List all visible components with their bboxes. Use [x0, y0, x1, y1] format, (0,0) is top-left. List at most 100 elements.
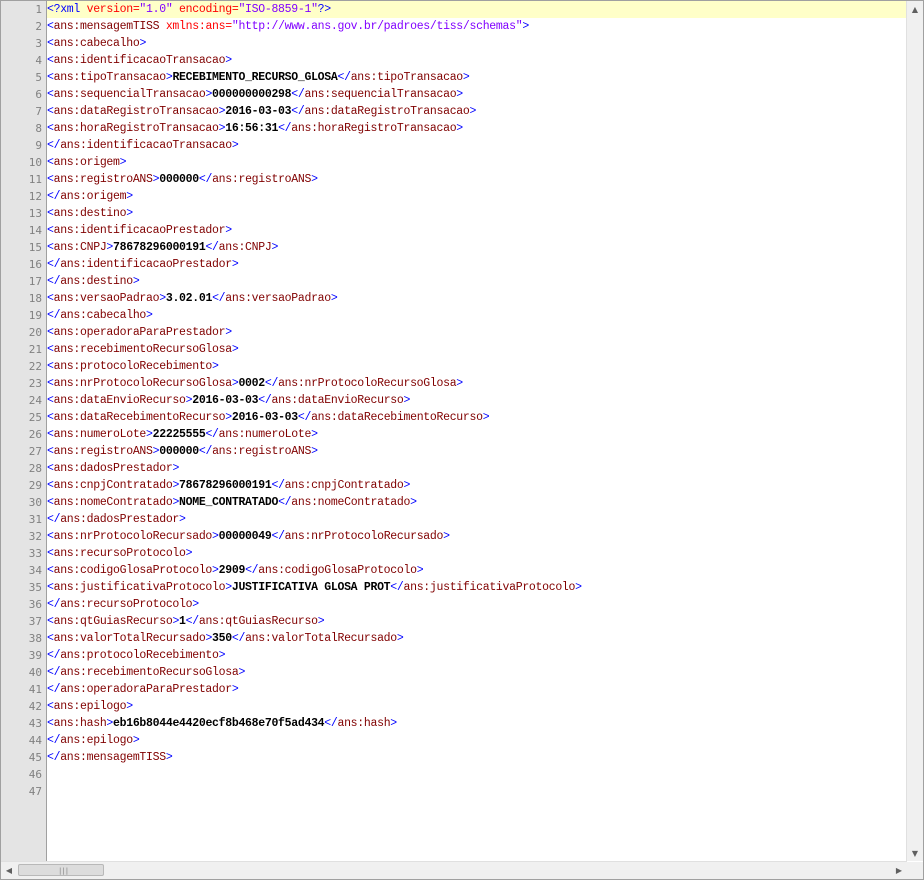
code-line-43[interactable]: <ans:hash>eb16b8044e4420ecf8b468e70f5ad4…: [47, 715, 397, 732]
code-line-4[interactable]: <ans:identificacaoTransacao>: [47, 52, 232, 69]
tag-bracket: </: [278, 496, 292, 509]
code-line-41[interactable]: </ans:operadoraParaPrestador>: [47, 681, 239, 698]
line-number: 39: [28, 649, 42, 662]
line-number: 8: [35, 122, 42, 135]
tag-bracket: <: [47, 428, 54, 441]
code-area[interactable]: <?xml version="1.0" encoding="ISO-8859-1…: [47, 1, 907, 861]
code-line-38[interactable]: <ans:valorTotalRecursado>350</ans:valorT…: [47, 630, 404, 647]
code-line-1[interactable]: <?xml version="1.0" encoding="ISO-8859-1…: [47, 1, 907, 18]
scroll-left-arrow-icon[interactable]: ◀: [1, 862, 17, 878]
horizontal-scrollbar[interactable]: ◀ ||| ▶: [1, 861, 907, 879]
line-number: 25: [28, 411, 42, 424]
xml-declaration-open: <?xml: [47, 3, 87, 16]
code-line-45[interactable]: </ans:mensagemTISS>: [47, 749, 173, 766]
code-line-32[interactable]: <ans:nrProtocoloRecursado>00000049</ans:…: [47, 528, 450, 545]
code-line-3[interactable]: <ans:cabecalho>: [47, 35, 146, 52]
code-line-26[interactable]: <ans:numeroLote>22225555</ans:numeroLote…: [47, 426, 318, 443]
tag-bracket: <: [47, 105, 54, 118]
tag-bracket: <: [47, 632, 54, 645]
close-tag-name: ans:origem: [60, 190, 127, 203]
tag-bracket: >: [159, 292, 166, 305]
scroll-down-arrow-icon[interactable]: ▼: [907, 845, 923, 861]
tag-bracket: >: [311, 173, 318, 186]
code-line-15[interactable]: <ans:CNPJ>78678296000191</ans:CNPJ>: [47, 239, 278, 256]
scroll-up-arrow-icon[interactable]: ▲: [907, 1, 923, 17]
code-line-36[interactable]: </ans:recursoProtocolo>: [47, 596, 199, 613]
tag-bracket: >: [172, 462, 180, 475]
line-number: 32: [28, 530, 42, 543]
code-line-13[interactable]: <ans:destino>: [47, 205, 133, 222]
code-line-11[interactable]: <ans:registroANS>000000</ans:registroANS…: [47, 171, 318, 188]
code-line-20[interactable]: <ans:operadoraParaPrestador>: [47, 324, 232, 341]
code-line-44[interactable]: </ans:epilogo>: [47, 732, 140, 749]
close-tag-name: ans:codigoGlosaProtocolo: [258, 564, 417, 577]
open-tag-name: ans:qtGuiasRecurso: [53, 615, 173, 628]
code-line-5[interactable]: <ans:tipoTransacao>RECEBIMENTO_RECURSO_G…: [47, 69, 470, 86]
tag-bracket: </: [47, 598, 61, 611]
code-line-24[interactable]: <ans:dataEnvioRecurso>2016-03-03</ans:da…: [47, 392, 410, 409]
tag-bracket: </: [278, 122, 292, 135]
open-tag-name: ans:dadosPrestador: [53, 462, 173, 475]
code-line-2[interactable]: <ans:mensagemTISS xmlns:ans="http://www.…: [47, 18, 529, 35]
tag-bracket: <: [47, 547, 54, 560]
tag-bracket: </: [47, 683, 61, 696]
code-line-22[interactable]: <ans:protocoloRecebimento>: [47, 358, 219, 375]
tag-bracket: <: [47, 479, 54, 492]
code-line-28[interactable]: <ans:dadosPrestador>: [47, 460, 179, 477]
code-line-7[interactable]: <ans:dataRegistroTransacao>2016-03-03</a…: [47, 103, 476, 120]
code-line-33[interactable]: <ans:recursoProtocolo>: [47, 545, 193, 562]
root-tag-name: ans:mensagemTISS: [53, 20, 160, 33]
code-line-17[interactable]: </ans:destino>: [47, 273, 140, 290]
tag-bracket: >: [231, 343, 239, 356]
xml-encoding-value: "ISO-8859-1": [238, 3, 318, 16]
line-number: 30: [28, 496, 42, 509]
close-tag-name: ans:CNPJ: [218, 241, 272, 254]
code-line-18[interactable]: <ans:versaoPadrao>3.02.01</ans:versaoPad…: [47, 290, 338, 307]
code-line-14[interactable]: <ans:identificacaoPrestador>: [47, 222, 232, 239]
code-line-12[interactable]: </ans:origem>: [47, 188, 133, 205]
element-text-value: 0002: [238, 377, 265, 390]
code-line-8[interactable]: <ans:horaRegistroTransacao>16:56:31</ans…: [47, 120, 463, 137]
code-line-40[interactable]: </ans:recebimentoRecursoGlosa>: [47, 664, 245, 681]
code-line-39[interactable]: </ans:protocoloRecebimento>: [47, 647, 226, 664]
open-tag-name: ans:sequencialTransacao: [53, 88, 206, 101]
vertical-scrollbar[interactable]: ▲ ▼: [906, 1, 923, 861]
close-tag-name: ans:dadosPrestador: [60, 513, 180, 526]
close-tag-name: ans:justificativaProtocolo: [403, 581, 576, 594]
open-tag-name: ans:hash: [53, 717, 107, 730]
xml-editor[interactable]: 1 2 3 4 5 6 7 8 9 10 11 12 13 14 15 16 17 18 19 20 21 22 23 24 2…: [0, 0, 924, 880]
code-line-30[interactable]: <ans:nomeContratado>NOME_CONTRATADO</ans…: [47, 494, 417, 511]
code-line-6[interactable]: <ans:sequencialTransacao>000000000298</a…: [47, 86, 463, 103]
code-line-34[interactable]: <ans:codigoGlosaProtocolo>2909</ans:codi…: [47, 562, 424, 579]
line-number: 3: [35, 37, 42, 50]
code-line-29[interactable]: <ans:cnpjContratado>78678296000191</ans:…: [47, 477, 410, 494]
line-number: 17: [28, 275, 42, 288]
horizontal-scroll-thumb[interactable]: |||: [18, 864, 104, 876]
code-line-10[interactable]: <ans:origem>: [47, 154, 127, 171]
code-line-9[interactable]: </ans:identificacaoTransacao>: [47, 137, 239, 154]
code-line-21[interactable]: <ans:recebimentoRecursoGlosa>: [47, 341, 239, 358]
close-tag-name: ans:horaRegistroTransacao: [291, 122, 457, 135]
code-line-16[interactable]: </ans:identificacaoPrestador>: [47, 256, 239, 273]
close-tag-name: ans:mensagemTISS: [60, 751, 166, 764]
code-line-35[interactable]: <ans:justificativaProtocolo>JUSTIFICATIV…: [47, 579, 582, 596]
scroll-right-arrow-icon[interactable]: ▶: [891, 862, 907, 878]
code-line-27[interactable]: <ans:registroANS>000000</ans:registroANS…: [47, 443, 318, 460]
code-line-31[interactable]: </ans:dadosPrestador>: [47, 511, 186, 528]
tag-bracket: </: [47, 734, 61, 747]
code-line-42[interactable]: <ans:epilogo>: [47, 698, 133, 715]
root-namespace-value: "http://www.ans.gov.br/padroes/tiss/sche…: [231, 20, 523, 33]
tag-bracket: <: [47, 394, 54, 407]
open-tag-name: ans:versaoPadrao: [53, 292, 160, 305]
code-line-25[interactable]: <ans:dataRecebimentoRecurso>2016-03-03</…: [47, 409, 490, 426]
element-text-value: 3.02.01: [165, 292, 213, 305]
code-line-23[interactable]: <ans:nrProtocoloRecursoGlosa>0002</ans:n…: [47, 375, 463, 392]
tag-bracket: >: [575, 581, 582, 594]
code-line-19[interactable]: </ans:cabecalho>: [47, 307, 153, 324]
tag-bracket: <: [47, 88, 54, 101]
tag-bracket: >: [225, 54, 232, 67]
code-line-37[interactable]: <ans:qtGuiasRecurso>1</ans:qtGuiasRecurs…: [47, 613, 325, 630]
open-tag-name: ans:valorTotalRecursado: [53, 632, 206, 645]
line-number: 22: [28, 360, 42, 373]
open-tag-name: ans:dataEnvioRecurso: [53, 394, 186, 407]
